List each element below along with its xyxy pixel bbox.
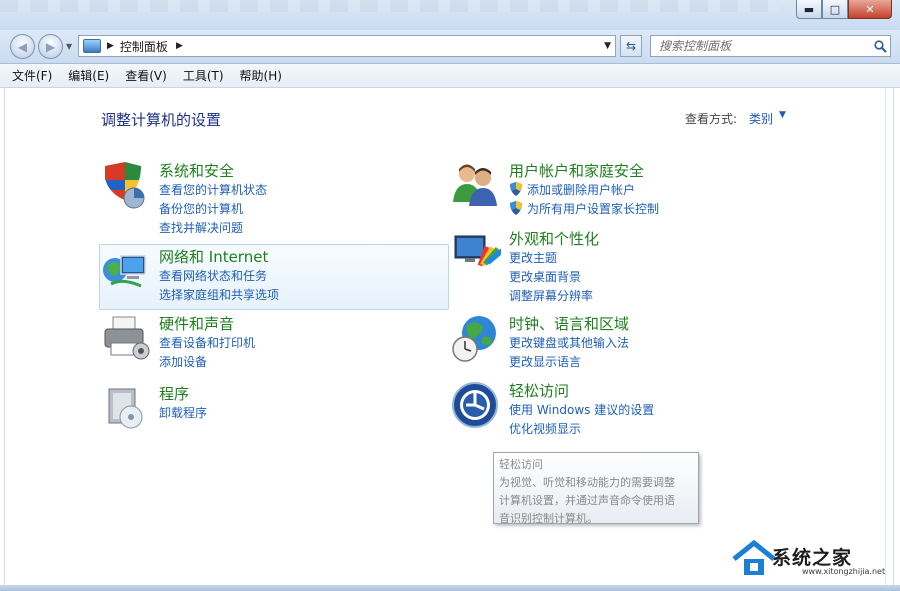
tooltip-line: 计算机设置，并通过声音命令使用语 [499,494,675,507]
title-bar: ▬ □ ✕ [0,0,900,30]
breadcrumb-chevron-icon[interactable]: ▶ [176,41,183,51]
recent-pages-dropdown[interactable]: ▼ [66,42,72,51]
category-ease-of-access: 轻松访问 使用 Windows 建议的设置 优化视频显示 [451,380,771,440]
category-title[interactable]: 轻松访问 [509,380,569,401]
title-bar-background [0,0,780,12]
category-title[interactable]: 程序 [159,383,189,404]
link-label[interactable]: 为所有用户设置家长控制 [527,202,659,216]
address-bar[interactable]: ▶ 控制面板 ▶ ▼ [78,35,616,57]
category-link[interactable]: 查看网络状态和任务 [159,267,267,284]
search-input[interactable] [651,39,870,53]
control-panel-content: 调整计算机的设置 查看方式: 类别 ▼ 系统和安全 查看您的计算机状态 备份您的… [4,88,894,585]
category-link[interactable]: 使用 Windows 建议的设置 [509,401,654,418]
uac-shield-icon [510,182,522,196]
programs-box-icon [108,388,143,429]
category-system-security: 系统和安全 查看您的计算机状态 备份您的计算机 查找并解决问题 [101,160,401,235]
menu-help[interactable]: 帮助(H) [240,67,282,84]
category-title[interactable]: 硬件和声音 [159,313,234,334]
clock-globe-icon [452,316,496,362]
back-button[interactable]: ◀ [10,34,35,59]
window-bottom-border [0,585,900,591]
window-right-edge [885,88,895,585]
forward-button[interactable]: ▶ [38,34,63,59]
uac-shield-icon [510,201,522,215]
control-panel-icon [83,39,101,53]
ease-of-access-icon [452,382,498,428]
minimize-button[interactable]: ▬ [796,0,822,19]
window-controls: ▬ □ ✕ [796,0,892,19]
category-link[interactable]: 查看您的计算机状态 [159,181,267,198]
category-link[interactable]: 查找并解决问题 [159,219,243,236]
maximize-button[interactable]: □ [822,0,848,19]
category-link[interactable]: 优化视频显示 [509,420,581,437]
watermark: 系统之家 www.xitongzhijia.net [732,537,896,583]
menu-file[interactable]: 文件(F) [12,67,52,84]
tooltip-title: 轻松访问 [499,458,543,471]
view-by-dropdown[interactable]: 类别 [749,110,773,127]
category-link[interactable]: 为所有用户设置家长控制 [509,200,659,217]
view-by-label: 查看方式: [685,112,738,126]
users-icon [453,164,497,206]
breadcrumb-chevron-icon[interactable]: ▶ [107,41,114,51]
category-link[interactable]: 添加或删除用户帐户 [509,181,635,198]
category-link[interactable]: 卸载程序 [159,404,207,421]
category-clock-language-region: 时钟、语言和区域 更改键盘或其他输入法 更改显示语言 [451,313,771,373]
category-title[interactable]: 网络和 Internet [159,246,268,267]
watermark-url: www.xitongzhijia.net [802,567,886,576]
category-link[interactable]: 选择家庭组和共享选项 [159,286,279,303]
category-link[interactable]: 更改桌面背景 [509,268,581,285]
address-row: ◀ ▶ ▼ ▶ 控制面板 ▶ ▼ ⇆ [0,30,900,64]
category-title[interactable]: 时钟、语言和区域 [509,313,629,334]
category-title[interactable]: 外观和个性化 [509,228,599,249]
view-by-chevron-icon[interactable]: ▼ [779,110,786,120]
category-programs: 程序 卸载程序 [101,383,401,433]
close-button[interactable]: ✕ [848,0,892,19]
breadcrumb-control-panel[interactable]: 控制面板 [120,38,168,55]
category-link[interactable]: 备份您的计算机 [159,200,243,217]
refresh-button[interactable]: ⇆ [620,35,642,57]
page-title: 调整计算机的设置 [101,111,222,129]
category-hardware-sound: 硬件和声音 查看设备和打印机 添加设备 [101,313,401,369]
category-title[interactable]: 用户帐户和家庭安全 [509,160,644,181]
tooltip-line: 音识别控制计算机。 [499,512,598,525]
category-link[interactable]: 调整屏幕分辨率 [509,287,593,304]
tooltip: 轻松访问 为视觉、听觉和移动能力的需要调整 计算机设置，并通过声音命令使用语 音… [493,452,699,525]
forward-arrow-icon: ▶ [45,39,56,54]
appearance-monitor-icon [454,235,501,267]
house-logo-icon [732,539,776,575]
search-box[interactable] [650,35,891,57]
menu-tools[interactable]: 工具(T) [183,67,224,84]
category-link[interactable]: 更改显示语言 [509,353,581,370]
category-link[interactable]: 添加设备 [159,353,207,370]
printer-icon [104,316,150,360]
back-arrow-icon: ◀ [17,39,28,54]
category-user-accounts: 用户帐户和家庭安全 添加或删除用户帐户 为所有用户设置家长控制 [451,160,771,220]
menu-view[interactable]: 查看(V) [125,67,167,84]
address-dropdown-icon[interactable]: ▼ [604,41,611,51]
refresh-icon: ⇆ [625,39,637,53]
category-network-internet: 网络和 Internet 查看网络状态和任务 选择家庭组和共享选项 [101,246,401,306]
menu-bar: 文件(F) 编辑(E) 查看(V) 工具(T) 帮助(H) [0,64,900,88]
tooltip-line: 为视觉、听觉和移动能力的需要调整 [499,476,675,489]
category-title[interactable]: 系统和安全 [159,160,234,181]
category-appearance: 外观和个性化 更改主题 更改桌面背景 调整屏幕分辨率 [451,228,771,303]
category-link[interactable]: 查看设备和打印机 [159,334,255,351]
search-icon[interactable] [870,39,890,53]
security-shield-icon [105,162,145,209]
watermark-text: 系统之家 [772,547,853,569]
link-label[interactable]: 添加或删除用户帐户 [527,183,635,197]
category-link[interactable]: 更改键盘或其他输入法 [509,334,629,351]
category-link[interactable]: 更改主题 [509,249,557,266]
network-globe-icon [103,255,146,288]
menu-edit[interactable]: 编辑(E) [68,67,109,84]
